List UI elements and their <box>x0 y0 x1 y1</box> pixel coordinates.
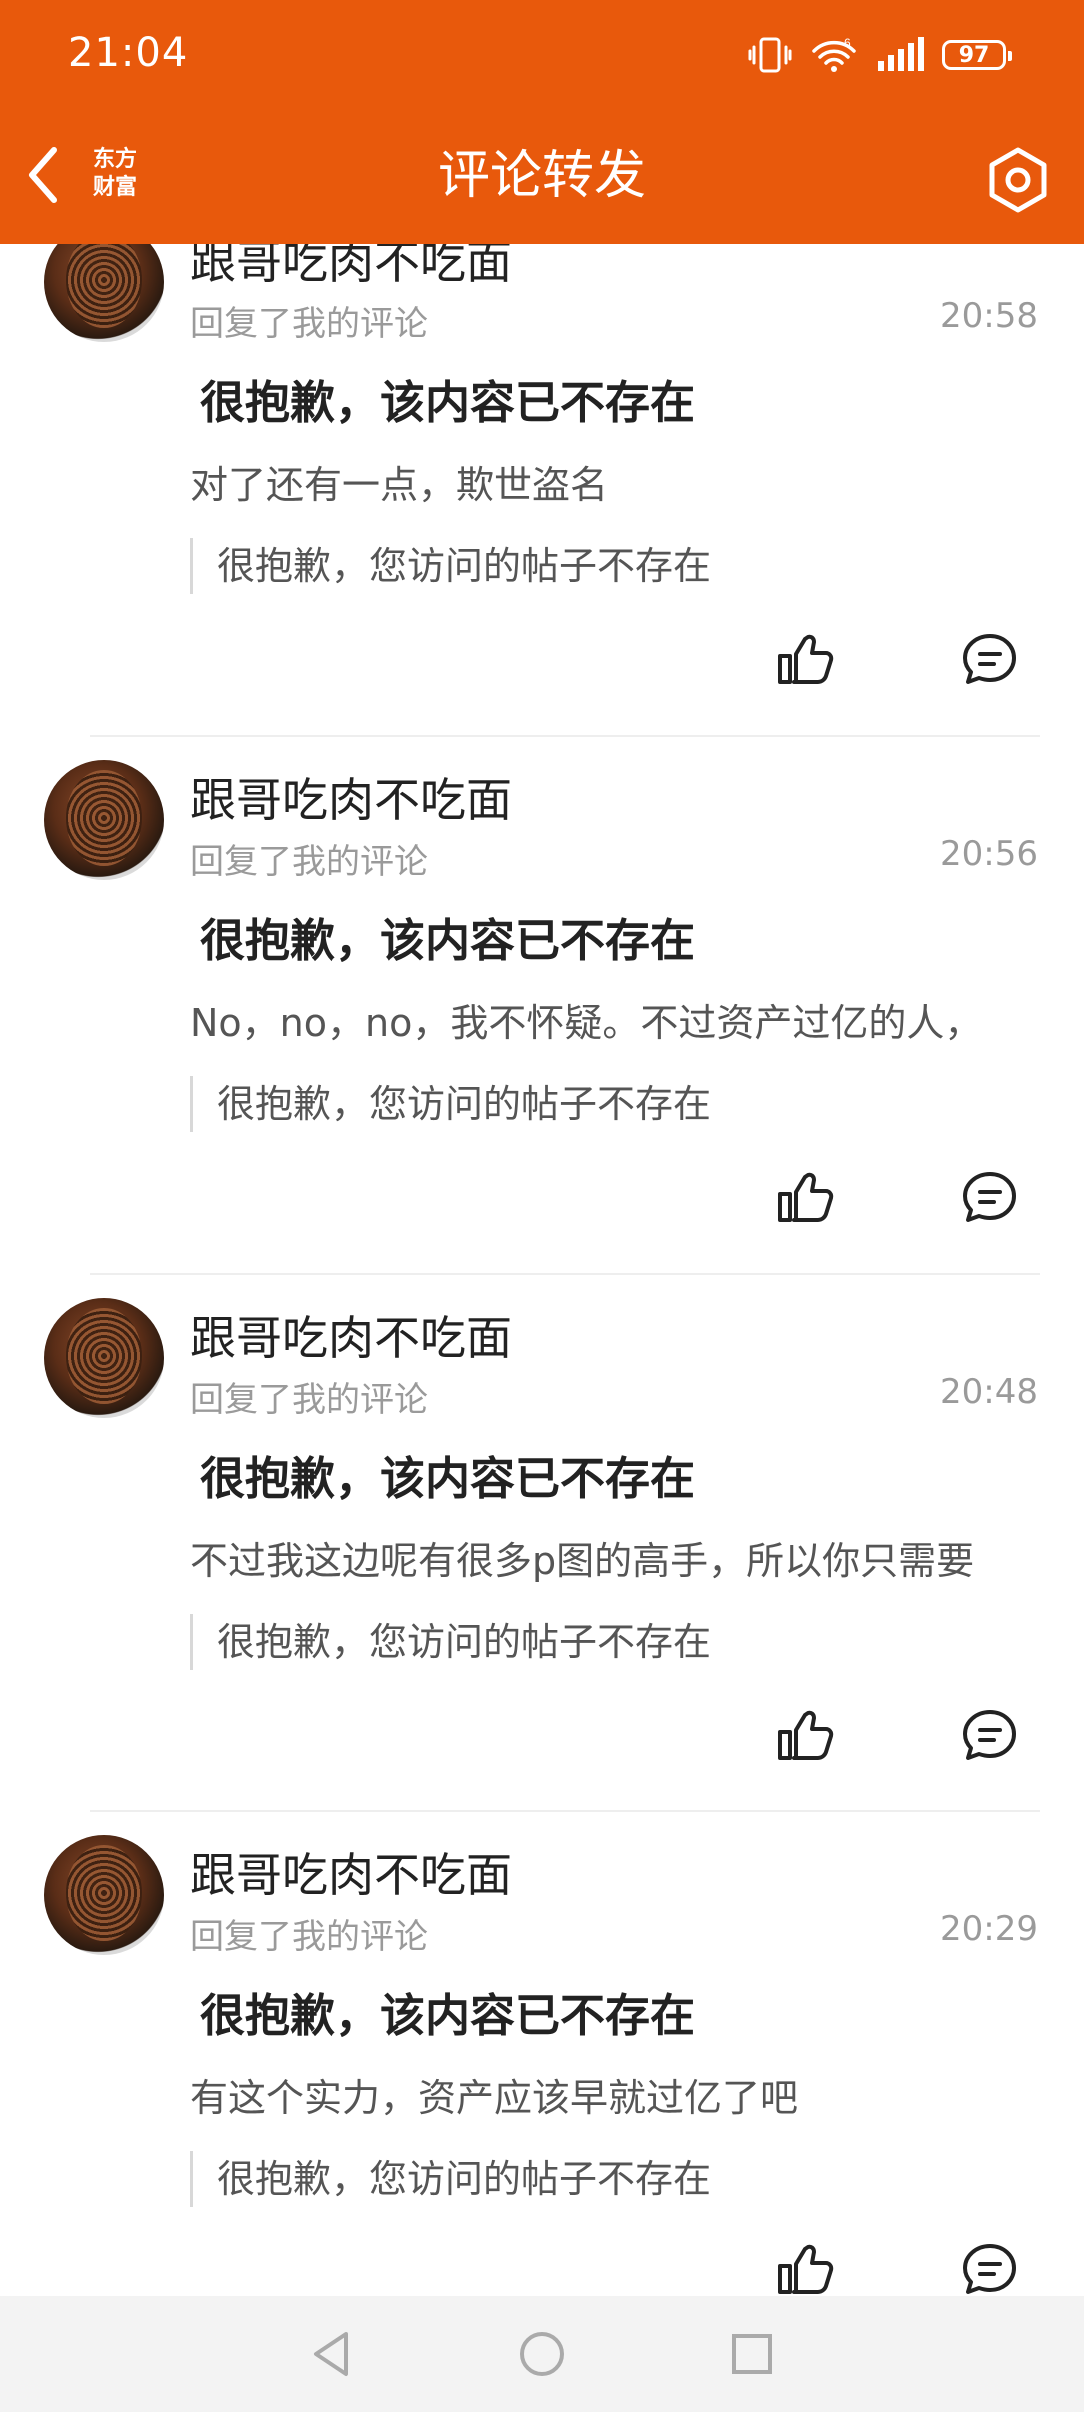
quoted-post[interactable]: 很抱歉，您访问的帖子不存在 <box>190 1076 711 1132</box>
like-button[interactable] <box>772 1704 836 1768</box>
reply-subtext: 回复了我的评论 <box>190 1380 428 1420</box>
comment-text[interactable]: 有这个实力，资产应该早就过亿了吧 <box>190 2067 1040 2122</box>
comment-text[interactable]: 不过我这边呢有很多p图的高手，所以你只需要 <box>190 1530 1040 1585</box>
deleted-notice: 很抱歉，该内容已不存在 <box>200 914 696 967</box>
thumbs-up-icon <box>778 1710 834 1760</box>
page-title: 评论转发 <box>437 146 646 206</box>
author-name[interactable]: 跟哥吃肉不吃面 <box>190 1302 512 1368</box>
deleted-notice: 很抱歉，该内容已不存在 <box>200 1452 696 1505</box>
thumbs-up-icon <box>778 1172 834 1222</box>
reply-button[interactable] <box>958 2238 1022 2296</box>
status-time: 21:04 <box>68 30 189 76</box>
comment-bubble-icon <box>963 1710 1016 1760</box>
reply-subtext: 回复了我的评论 <box>190 1917 428 1957</box>
avatar[interactable] <box>44 1835 164 1955</box>
comment-bubble-icon <box>963 2244 1016 2294</box>
divider <box>90 735 1040 737</box>
author-name[interactable]: 跟哥吃肉不吃面 <box>190 764 512 830</box>
gear-icon <box>989 147 1047 213</box>
reply-subtext: 回复了我的评论 <box>190 842 428 882</box>
quoted-post[interactable]: 很抱歉，您访问的帖子不存在 <box>190 538 711 594</box>
status-icons: 6 97 <box>748 32 1012 78</box>
comment-text[interactable]: No，no，no，我不怀疑。不过资产过亿的人， <box>190 992 1040 1047</box>
like-button[interactable] <box>772 1166 836 1230</box>
triangle-back-icon <box>314 2332 348 2376</box>
quoted-post[interactable]: 很抱歉，您访问的帖子不存在 <box>190 1614 711 1670</box>
reply-button[interactable] <box>958 628 1022 692</box>
reply-button[interactable] <box>958 1704 1022 1768</box>
like-button[interactable] <box>772 628 836 692</box>
timestamp: 20:48 <box>940 1372 1038 1412</box>
timestamp: 20:29 <box>940 1909 1038 1949</box>
nav-home-button[interactable] <box>512 2324 572 2384</box>
square-recents-icon <box>732 2334 772 2374</box>
quoted-post[interactable]: 很抱歉，您访问的帖子不存在 <box>190 2151 711 2207</box>
battery-icon: 97 <box>942 40 1012 70</box>
timestamp: 20:56 <box>940 834 1038 874</box>
app-header: 21:04 6 97 东方 财富 评论转发 <box>0 0 1084 244</box>
avatar[interactable] <box>44 760 164 880</box>
nav-recents-button[interactable] <box>722 2324 782 2384</box>
nav-back-button[interactable] <box>302 2324 362 2384</box>
avatar[interactable] <box>44 1298 164 1418</box>
like-button[interactable] <box>772 2238 836 2296</box>
divider <box>90 1273 1040 1275</box>
wifi-icon: 6 <box>812 36 856 72</box>
comment-bubble-icon <box>963 1172 1016 1222</box>
timestamp: 20:58 <box>940 296 1038 336</box>
settings-button[interactable] <box>982 144 1054 216</box>
signal-icon <box>878 37 924 71</box>
author-name[interactable]: 跟哥吃肉不吃面 <box>190 1839 512 1905</box>
comment-feed[interactable]: 跟哥吃肉不吃面 回复了我的评论 20:58 很抱歉，该内容已不存在 对了还有一点… <box>0 0 1084 2296</box>
comment-text[interactable]: 对了还有一点，欺世盗名 <box>190 454 1040 509</box>
thumbs-up-icon <box>778 2244 834 2294</box>
thumbs-up-icon <box>778 634 834 684</box>
divider <box>90 1810 1040 1812</box>
reply-subtext: 回复了我的评论 <box>190 304 428 344</box>
reply-button[interactable] <box>958 1166 1022 1230</box>
system-nav-bar <box>0 2296 1084 2412</box>
circle-home-icon <box>520 2332 564 2376</box>
vibrate-icon <box>748 37 792 73</box>
deleted-notice: 很抱歉，该内容已不存在 <box>200 1989 696 2042</box>
deleted-notice: 很抱歉，该内容已不存在 <box>200 376 696 429</box>
comment-bubble-icon <box>963 634 1016 684</box>
